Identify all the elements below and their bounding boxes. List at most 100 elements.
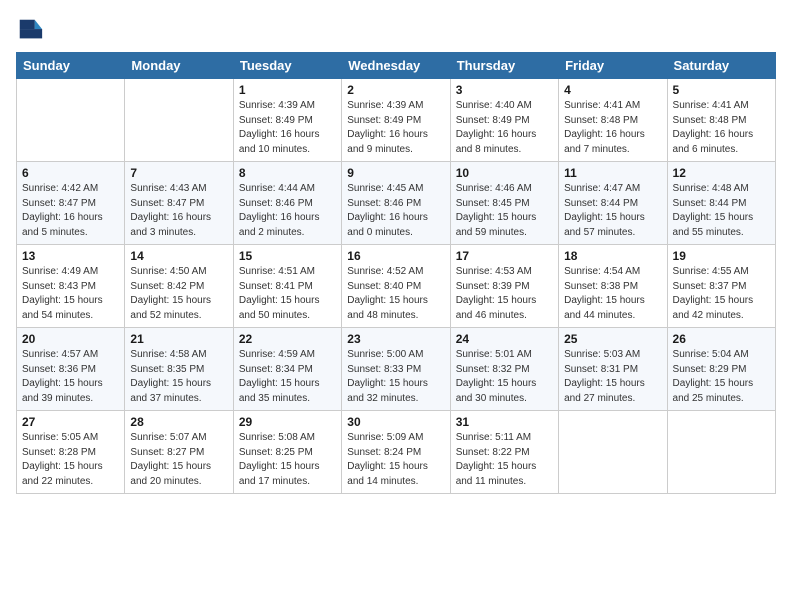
calendar-cell: 16 Sunrise: 4:52 AMSunset: 8:40 PMDayligh… [342, 245, 450, 328]
calendar-week-row: 1 Sunrise: 4:39 AMSunset: 8:49 PMDaylight… [17, 79, 776, 162]
day-info: Sunrise: 4:53 AMSunset: 8:39 PMDaylight:… [456, 265, 553, 323]
calendar-cell: 29Sunrise: 5:08 AMSunset: 8:25 PMDayligh… [233, 411, 341, 494]
day-info: Sunrise: 4:40 AMSunset: 8:49 PMDaylight:… [456, 99, 553, 157]
day-info: Sunrise: 5:07 AMSunset: 8:27 PMDaylight:… [130, 431, 227, 489]
calendar-cell: 21 Sunrise: 4:58 AMSunset: 8:35 PMDayligh… [125, 328, 233, 411]
weekday-header: Friday [559, 53, 667, 79]
day-info: Sunrise: 5:09 AMSunset: 8:24 PMDaylight:… [347, 431, 444, 489]
day-number: 31 [456, 415, 553, 429]
calendar-cell: 12 Sunrise: 4:48 AMSunset: 8:44 PMDayligh… [667, 162, 775, 245]
calendar-cell: 2 Sunrise: 4:39 AMSunset: 8:49 PMDaylight… [342, 79, 450, 162]
day-info: Sunrise: 4:46 AMSunset: 8:45 PMDaylight:… [456, 182, 553, 240]
calendar-cell: 27 Sunrise: 5:05 AMSunset: 8:28 PMDayligh… [17, 411, 125, 494]
calendar-cell [125, 79, 233, 162]
calendar-cell [559, 411, 667, 494]
logo [16, 16, 48, 44]
calendar-cell: 24Sunrise: 5:01 AMSunset: 8:32 PMDayligh… [450, 328, 558, 411]
calendar-cell: 22 Sunrise: 4:59 AMSunset: 8:34 PMDayligh… [233, 328, 341, 411]
day-info: Sunrise: 5:05 AMSunset: 8:28 PMDaylight:… [22, 431, 119, 489]
calendar-cell: 10Sunrise: 4:46 AMSunset: 8:45 PMDayligh… [450, 162, 558, 245]
day-info: Sunrise: 4:39 AMSunset: 8:49 PMDaylight:… [347, 99, 444, 157]
day-number: 7 [130, 166, 227, 180]
day-info: Sunrise: 4:41 AMSunset: 8:48 PMDaylight:… [564, 99, 661, 157]
calendar-cell: 30Sunrise: 5:09 AMSunset: 8:24 PMDayligh… [342, 411, 450, 494]
day-number: 21 [130, 332, 227, 346]
day-number: 1 [239, 83, 336, 97]
day-info: Sunrise: 4:54 AMSunset: 8:38 PMDaylight:… [564, 265, 661, 323]
calendar-cell: 18 Sunrise: 4:54 AMSunset: 8:38 PMDayligh… [559, 245, 667, 328]
calendar-cell: 7 Sunrise: 4:43 AMSunset: 8:47 PMDaylight… [125, 162, 233, 245]
day-info: Sunrise: 4:57 AMSunset: 8:36 PMDaylight:… [22, 348, 119, 406]
day-info: Sunrise: 4:49 AMSunset: 8:43 PMDaylight:… [22, 265, 119, 323]
day-number: 4 [564, 83, 661, 97]
calendar-cell: 20 Sunrise: 4:57 AMSunset: 8:36 PMDayligh… [17, 328, 125, 411]
day-info: Sunrise: 4:39 AMSunset: 8:49 PMDaylight:… [239, 99, 336, 157]
calendar-cell: 17 Sunrise: 4:53 AMSunset: 8:39 PMDayligh… [450, 245, 558, 328]
weekday-header: Saturday [667, 53, 775, 79]
calendar-header-row: SundayMondayTuesdayWednesdayThursdayFrid… [17, 53, 776, 79]
weekday-header: Monday [125, 53, 233, 79]
calendar-week-row: 13 Sunrise: 4:49 AMSunset: 8:43 PMDayligh… [17, 245, 776, 328]
calendar-cell: 28 Sunrise: 5:07 AMSunset: 8:27 PMDayligh… [125, 411, 233, 494]
day-number: 9 [347, 166, 444, 180]
day-info: Sunrise: 4:48 AMSunset: 8:44 PMDaylight:… [673, 182, 770, 240]
calendar-week-row: 6Sunrise: 4:42 AMSunset: 8:47 PMDaylight… [17, 162, 776, 245]
calendar-cell: 8Sunrise: 4:44 AMSunset: 8:46 PMDaylight… [233, 162, 341, 245]
calendar-cell: 23 Sunrise: 5:00 AMSunset: 8:33 PMDayligh… [342, 328, 450, 411]
day-number: 13 [22, 249, 119, 263]
calendar-week-row: 20 Sunrise: 4:57 AMSunset: 8:36 PMDayligh… [17, 328, 776, 411]
calendar-cell: 3 Sunrise: 4:40 AMSunset: 8:49 PMDaylight… [450, 79, 558, 162]
weekday-header: Thursday [450, 53, 558, 79]
day-number: 19 [673, 249, 770, 263]
weekday-header: Wednesday [342, 53, 450, 79]
calendar-table: SundayMondayTuesdayWednesdayThursdayFrid… [16, 52, 776, 494]
day-info: Sunrise: 4:52 AMSunset: 8:40 PMDaylight:… [347, 265, 444, 323]
day-number: 18 [564, 249, 661, 263]
day-info: Sunrise: 4:58 AMSunset: 8:35 PMDaylight:… [130, 348, 227, 406]
day-number: 29 [239, 415, 336, 429]
day-number: 25 [564, 332, 661, 346]
calendar-cell: 6Sunrise: 4:42 AMSunset: 8:47 PMDaylight… [17, 162, 125, 245]
day-number: 28 [130, 415, 227, 429]
day-number: 16 [347, 249, 444, 263]
day-number: 2 [347, 83, 444, 97]
day-info: Sunrise: 4:43 AMSunset: 8:47 PMDaylight:… [130, 182, 227, 240]
day-info: Sunrise: 4:51 AMSunset: 8:41 PMDaylight:… [239, 265, 336, 323]
day-number: 14 [130, 249, 227, 263]
day-number: 15 [239, 249, 336, 263]
day-info: Sunrise: 4:42 AMSunset: 8:47 PMDaylight:… [22, 182, 119, 240]
day-info: Sunrise: 5:00 AMSunset: 8:33 PMDaylight:… [347, 348, 444, 406]
calendar-cell: 5Sunrise: 4:41 AMSunset: 8:48 PMDaylight… [667, 79, 775, 162]
calendar-cell: 15 Sunrise: 4:51 AMSunset: 8:41 PMDayligh… [233, 245, 341, 328]
weekday-header: Sunday [17, 53, 125, 79]
calendar-cell: 14 Sunrise: 4:50 AMSunset: 8:42 PMDayligh… [125, 245, 233, 328]
page-header [16, 16, 776, 44]
day-number: 23 [347, 332, 444, 346]
calendar-cell: 4 Sunrise: 4:41 AMSunset: 8:48 PMDaylight… [559, 79, 667, 162]
calendar-week-row: 27 Sunrise: 5:05 AMSunset: 8:28 PMDayligh… [17, 411, 776, 494]
day-info: Sunrise: 4:50 AMSunset: 8:42 PMDaylight:… [130, 265, 227, 323]
calendar-cell: 25 Sunrise: 5:03 AMSunset: 8:31 PMDayligh… [559, 328, 667, 411]
day-info: Sunrise: 4:41 AMSunset: 8:48 PMDaylight:… [673, 99, 770, 157]
day-number: 11 [564, 166, 661, 180]
calendar-cell: 19 Sunrise: 4:55 AMSunset: 8:37 PMDayligh… [667, 245, 775, 328]
day-number: 22 [239, 332, 336, 346]
calendar-cell [667, 411, 775, 494]
day-number: 26 [673, 332, 770, 346]
day-number: 17 [456, 249, 553, 263]
calendar-cell: 9 Sunrise: 4:45 AMSunset: 8:46 PMDaylight… [342, 162, 450, 245]
calendar-cell: 11 Sunrise: 4:47 AMSunset: 8:44 PMDayligh… [559, 162, 667, 245]
day-info: Sunrise: 4:55 AMSunset: 8:37 PMDaylight:… [673, 265, 770, 323]
weekday-header: Tuesday [233, 53, 341, 79]
day-number: 3 [456, 83, 553, 97]
day-number: 27 [22, 415, 119, 429]
day-info: Sunrise: 5:01 AMSunset: 8:32 PMDaylight:… [456, 348, 553, 406]
day-info: Sunrise: 5:03 AMSunset: 8:31 PMDaylight:… [564, 348, 661, 406]
calendar-cell [17, 79, 125, 162]
day-number: 20 [22, 332, 119, 346]
day-info: Sunrise: 4:59 AMSunset: 8:34 PMDaylight:… [239, 348, 336, 406]
day-info: Sunrise: 5:04 AMSunset: 8:29 PMDaylight:… [673, 348, 770, 406]
day-info: Sunrise: 4:45 AMSunset: 8:46 PMDaylight:… [347, 182, 444, 240]
day-number: 12 [673, 166, 770, 180]
day-info: Sunrise: 4:47 AMSunset: 8:44 PMDaylight:… [564, 182, 661, 240]
